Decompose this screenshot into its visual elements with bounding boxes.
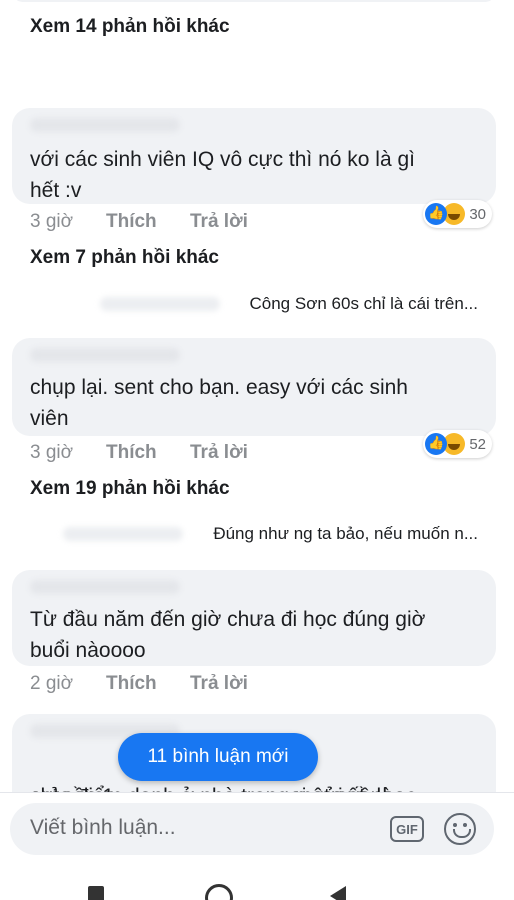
comment-input[interactable]: Viết bình luận... GIF [10, 803, 494, 855]
comment-text: Từ đầu năm đến giờ chưa đi học đúng giờ … [30, 608, 426, 662]
comment-actions: 2 giờ Thích Trả lời [30, 673, 248, 695]
comment-time: 2 giờ [30, 673, 74, 694]
comment-actions: 3 giờ Thích Trả lời [30, 442, 248, 464]
comment-text: với các sinh viên IQ vô cực thì nó ko là… [30, 148, 415, 202]
commenter-name-blurred [30, 348, 180, 362]
comment-time: 3 giờ [30, 442, 74, 463]
system-navigation-bar [0, 862, 514, 900]
like-button[interactable]: Thích [106, 442, 190, 464]
comment-bubble: chụp lại. sent cho bạn. easy với các sin… [12, 338, 496, 436]
commenter-name-blurred [30, 580, 180, 594]
emoji-icon[interactable] [444, 813, 476, 845]
new-comments-button[interactable]: 11 bình luận mới [118, 733, 318, 781]
like-button[interactable]: Thích [106, 211, 190, 233]
comment-bubble: với các sinh viên IQ vô cực thì nó ko là… [12, 108, 496, 204]
comment-bubble: Từ đầu năm đến giờ chưa đi học đúng giờ … [12, 570, 496, 666]
see-more-replies-link[interactable]: Xem 7 phản hồi khác [30, 247, 219, 269]
gif-icon[interactable]: GIF [390, 816, 424, 842]
reaction-summary[interactable]: 52 [423, 430, 492, 458]
see-more-replies-link[interactable]: Xem 14 phản hồi khác [30, 16, 230, 38]
reply-author-blurred [99, 297, 220, 311]
reaction-count: 30 [469, 205, 486, 223]
reply-preview-text: Công Sơn 60s chỉ là cái trên... [249, 294, 479, 313]
reply-preview-text: Đúng như ng ta bảo, nếu muốn n... [213, 524, 478, 543]
comment-time: 3 giờ [30, 211, 74, 232]
see-more-replies-link[interactable]: Xem 19 phản hồi khác [30, 478, 230, 500]
reply-preview[interactable]: Đúng như ng ta bảo, nếu muốn n... [63, 524, 478, 544]
comment-bubble-top-remnant [12, 0, 496, 2]
comment-actions: 3 giờ Thích Trả lời [30, 211, 248, 233]
reply-author-blurred [63, 527, 184, 541]
like-icon [425, 433, 448, 455]
recent-apps-icon[interactable] [88, 886, 104, 900]
like-button[interactable]: Thích [106, 673, 190, 695]
reaction-summary[interactable]: 30 [423, 200, 492, 228]
reply-button[interactable]: Trả lời [190, 442, 248, 464]
reply-preview[interactable]: Công Sơn 60s chỉ là cái trên... [99, 294, 479, 314]
back-icon[interactable] [330, 886, 346, 900]
reply-button[interactable]: Trả lời [190, 673, 248, 695]
comment-composer-bar: Viết bình luận... GIF [0, 792, 514, 862]
commenter-name-blurred [30, 118, 180, 132]
comment-input-placeholder: Viết bình luận... [30, 816, 176, 839]
like-icon [425, 203, 448, 225]
reply-button[interactable]: Trả lời [190, 211, 248, 233]
reaction-count: 52 [469, 435, 486, 453]
comment-text: chụp lại. sent cho bạn. easy với các sin… [30, 376, 408, 430]
home-icon[interactable] [205, 884, 233, 900]
